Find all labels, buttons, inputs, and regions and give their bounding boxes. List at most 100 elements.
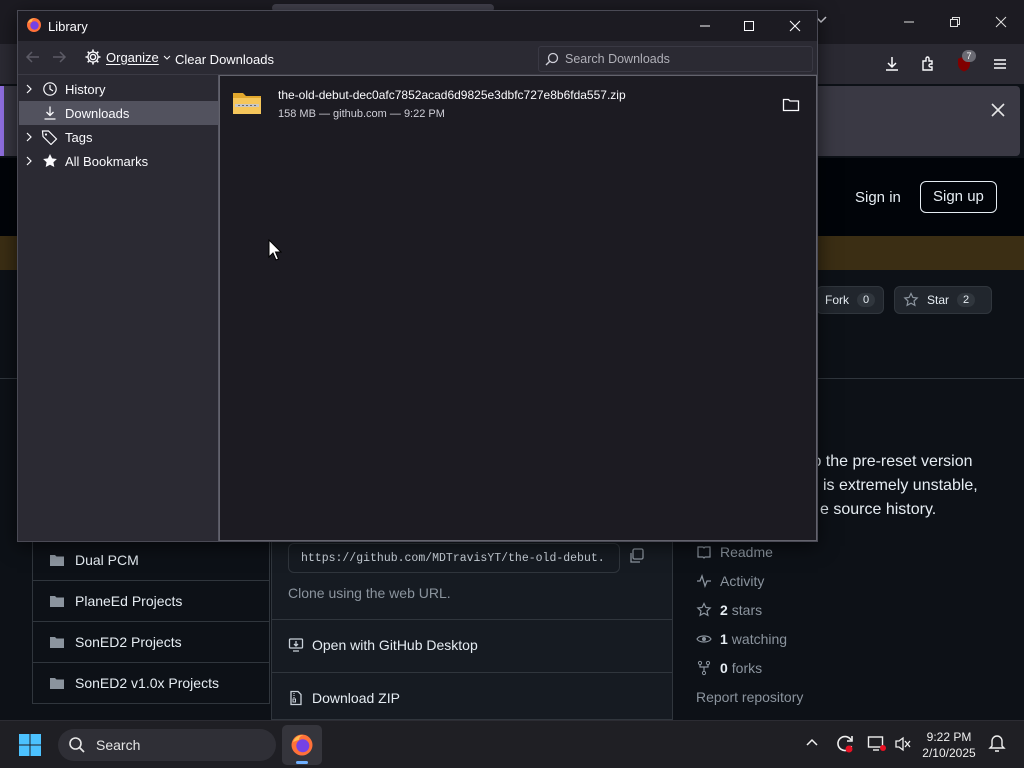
taskbar-firefox-button[interactable] [282,725,322,765]
file-name: PlaneEd Projects [75,593,183,609]
taskbar-search-box[interactable]: Search [58,729,276,761]
show-hidden-icons-chevron-icon[interactable] [805,735,819,749]
tree-item-all-bookmarks[interactable]: All Bookmarks [19,149,218,173]
taskbar-clock[interactable]: 9:22 PM 2/10/2025 [916,729,982,761]
download-zip-label: Download ZIP [312,690,400,706]
clone-url-field[interactable]: https://github.com/MDTravisYT/the-old-de… [288,543,620,573]
firefox-logo-icon [26,17,42,33]
list-item[interactable]: SonED2 Projects [32,622,270,663]
about-line: is extremely unstable, [823,477,978,494]
search-downloads-box[interactable] [538,46,813,72]
readme-label: Readme [720,543,773,560]
downloads-toolbar-icon[interactable] [878,50,906,78]
fork-label: Fork [825,293,849,307]
list-item[interactable]: PlaneEd Projects [32,581,270,622]
copy-icon[interactable] [628,547,646,565]
about-description: to the pre-reset version is extremely un… [808,450,1018,522]
search-downloads-input[interactable] [565,52,805,66]
list-item[interactable]: SonED2 v1.0x Projects [32,663,270,704]
organize-menu-button[interactable]: Organize [84,48,171,66]
downloads-list: the-old-debut-dec0afc7852acad6d9825e3dbf… [219,75,817,541]
download-icon [39,105,61,121]
search-icon [68,736,86,754]
sync-update-icon[interactable] [835,734,855,754]
about-line: to the pre-reset version [808,453,973,470]
tree-item-history[interactable]: History [19,77,218,101]
extensions-icon[interactable] [914,50,942,78]
extension-badge: 7 [962,50,976,62]
search-icon [545,52,559,66]
library-maximize-button[interactable] [734,15,764,37]
activity-label: Activity [720,572,765,589]
download-zip-button[interactable]: Download ZIP [288,690,400,706]
file-name: SonED2 v1.0x Projects [75,675,219,691]
taskbar: Search 9:22 PM 2/10/2025 [0,720,1024,768]
book-icon [696,544,712,560]
star-icon [39,153,61,169]
folder-icon [49,594,65,608]
library-close-button[interactable] [780,15,810,37]
clock-time: 9:22 PM [926,730,972,744]
library-sidebar-tree: History Downloads Tags All Bookmarks [19,75,218,541]
back-arrow-icon[interactable] [24,48,42,66]
browser-minimize-button[interactable] [886,8,932,36]
network-icon[interactable] [867,735,887,753]
notification-close-icon[interactable] [986,98,1010,122]
stars-label: stars [731,601,763,618]
sign-up-button[interactable]: Sign up [920,181,997,213]
notification-bell-icon[interactable] [988,734,1006,754]
show-in-folder-icon[interactable] [780,94,802,116]
volume-muted-icon[interactable] [894,735,912,753]
forks-link[interactable]: 0 forks [696,653,996,682]
taskbar-search-label: Search [96,737,141,753]
windows-start-icon[interactable] [18,733,42,757]
file-name: Dual PCM [75,552,139,568]
file-name: SonED2 Projects [75,634,182,650]
star-outline-icon [696,601,712,618]
browser-restore-button[interactable] [932,8,978,36]
library-titlebar[interactable]: Library [18,11,817,41]
fork-count: 0 [857,293,876,307]
chevron-down-icon [163,53,171,61]
stars-link[interactable]: 2 stars [696,595,996,624]
about-line: e source history. [820,501,937,518]
expand-chevron-icon[interactable] [19,156,39,166]
divider [272,672,672,673]
watching-count: 1 [720,630,728,647]
activity-link[interactable]: Activity [696,566,996,595]
expand-chevron-icon[interactable] [19,84,39,94]
zip-folder-icon [232,90,262,116]
folder-icon [49,553,65,567]
sign-in-link[interactable]: Sign in [848,183,908,213]
library-minimize-button[interactable] [690,15,720,37]
star-button[interactable]: Star 2 [894,286,992,314]
watching-link[interactable]: 1 watching [696,624,996,653]
tree-item-tags[interactable]: Tags [19,125,218,149]
watching-label: watching [731,630,788,647]
browser-close-button[interactable] [978,8,1024,36]
clear-downloads-button[interactable]: Clear Downloads [175,52,274,67]
download-item[interactable]: the-old-debut-dec0afc7852acad6d9825e3dbf… [220,84,816,124]
gear-icon [84,48,102,66]
download-filename: the-old-debut-dec0afc7852acad6d9825e3dbf… [278,88,626,102]
active-indicator [296,761,308,764]
report-repository-link[interactable]: Report repository [696,682,996,711]
forward-arrow-icon[interactable] [50,48,68,66]
tree-item-downloads[interactable]: Downloads [19,101,218,125]
desktop-download-icon [288,637,304,653]
star-count: 2 [957,293,976,307]
open-with-desktop-button[interactable]: Open with GitHub Desktop [288,637,478,653]
report-label: Report repository [696,688,804,705]
menu-hamburger-icon[interactable] [986,50,1014,78]
folder-icon [49,676,65,690]
list-item[interactable]: Dual PCM [32,540,270,581]
clone-hint: Clone using the web URL. [288,585,451,601]
expand-chevron-icon[interactable] [19,132,39,142]
fork-button[interactable]: Fork 0 [816,286,885,314]
library-title: Library [48,19,88,34]
history-icon [39,81,61,97]
library-window: Library Organize Clear Downloads Search … [17,10,818,542]
mouse-cursor-icon [268,239,282,261]
open-with-desktop-label: Open with GitHub Desktop [312,637,478,653]
forks-label: forks [731,659,763,676]
